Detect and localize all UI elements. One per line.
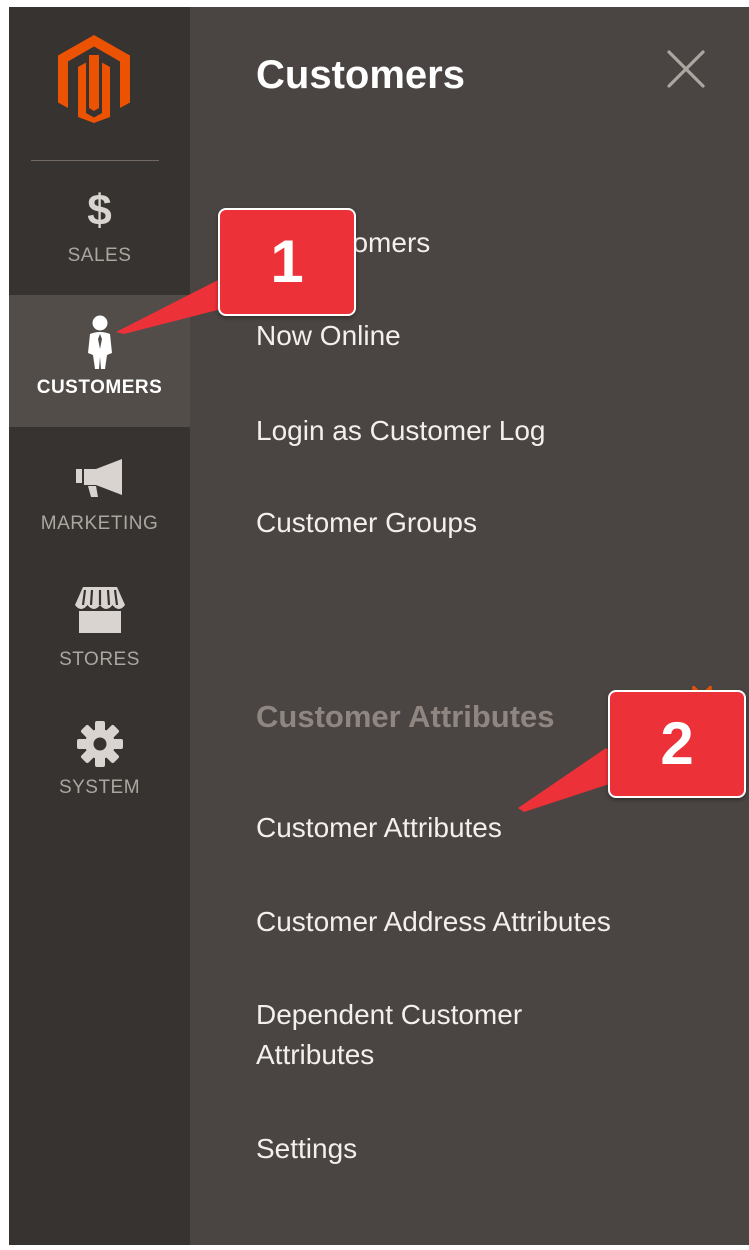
sidebar-item-label: CUSTOMERS — [36, 377, 163, 398]
sidebar-item-stores[interactable]: STORES — [9, 563, 190, 695]
menu-link-settings[interactable]: Settings — [256, 1129, 357, 1169]
magento-logo-icon[interactable] — [58, 35, 130, 123]
menu-link-dependent-customer-attributes[interactable]: Dependent Customer Attributes — [256, 995, 586, 1075]
callout-badge-1: 1 — [218, 208, 356, 316]
admin-menu-screenshot: $ SALES CUSTOMERS MARKETING STORES SYSTE… — [9, 7, 749, 1245]
sidebar-item-sales[interactable]: $ SALES — [9, 167, 190, 299]
sidebar-item-customers[interactable]: CUSTOMERS — [9, 295, 190, 427]
sidebar-item-label: STORES — [59, 649, 140, 670]
store-awning-icon — [9, 587, 190, 633]
megaphone-icon — [9, 459, 190, 497]
menu-link-now-online[interactable]: Now Online — [256, 316, 401, 356]
menu-link-customer-groups[interactable]: Customer Groups — [256, 503, 477, 543]
sidebar-item-label: MARKETING — [40, 513, 159, 534]
menu-link-login-as-customer-log[interactable]: Login as Customer Log — [256, 411, 546, 451]
panel-title: Customers — [256, 53, 465, 97]
close-icon[interactable] — [664, 47, 708, 91]
sidebar-item-system[interactable]: SYSTEM — [9, 699, 190, 831]
admin-sidebar: $ SALES CUSTOMERS MARKETING STORES SYSTE… — [9, 7, 190, 1245]
customer-person-icon — [9, 315, 190, 369]
menu-link-customer-attributes[interactable]: Customer Attributes — [256, 808, 502, 848]
callout-badge-2: 2 — [608, 690, 746, 798]
dollar-icon: $ — [87, 186, 112, 235]
menu-link-customer-address-attributes[interactable]: Customer Address Attributes — [256, 902, 611, 942]
sidebar-item-marketing[interactable]: MARKETING — [9, 431, 190, 563]
customers-submenu-panel: Customers All Customers Now Online Login… — [190, 7, 749, 1245]
sidebar-item-label: SYSTEM — [58, 777, 141, 798]
section-title-customer-attributes: Customer Attributes — [256, 699, 555, 734]
sidebar-item-label: SALES — [67, 245, 132, 266]
logo-divider — [31, 160, 159, 161]
gear-icon — [9, 721, 190, 767]
